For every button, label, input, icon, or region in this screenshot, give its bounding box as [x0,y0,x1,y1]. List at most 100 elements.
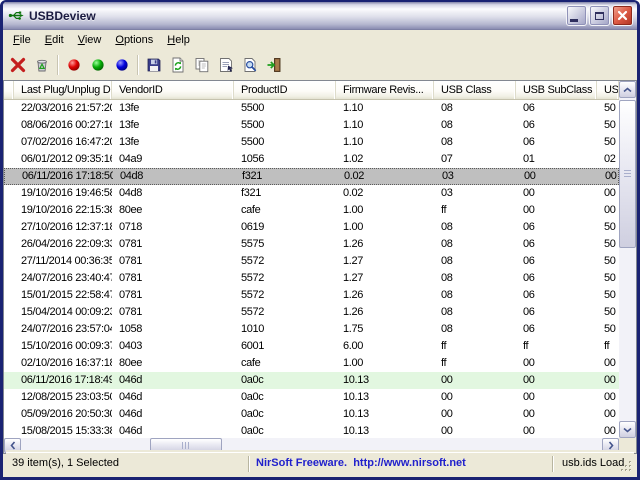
cell: 26/04/2016 22:09:33 [14,236,112,253]
table-row[interactable]: 24/07/2016 23:40:47078155721.27080650 [4,270,619,287]
table-row[interactable]: 27/11/2014 00:36:35078155721.27080650 [4,253,619,270]
minimize-button[interactable] [566,5,587,26]
table-row[interactable]: 19/10/2016 22:15:3880eecafe1.00ff0000 [4,202,619,219]
cell: 50 [597,321,619,338]
cell: 0a0c [234,372,336,389]
menu-file[interactable]: File [6,32,38,49]
cell: 5572 [234,304,336,321]
vertical-scrollbar[interactable] [619,81,636,438]
table-row[interactable]: 07/02/2016 16:47:2013fe55001.10080650 [4,134,619,151]
scroll-left-button[interactable] [4,438,21,453]
status-item-count: 39 item(s), 1 Selected [6,453,248,474]
exit-button[interactable] [262,53,286,77]
column-header-0[interactable] [4,81,14,100]
find-icon [241,56,259,74]
column-header-3[interactable]: ProductID [234,81,336,100]
table-row[interactable]: 26/04/2016 22:09:33078155751.26080650 [4,236,619,253]
table-row[interactable]: 12/08/2015 23:03:50046d0a0c10.13000000 [4,389,619,406]
cell: 10.13 [336,372,434,389]
copy-button[interactable] [190,53,214,77]
table-row[interactable]: 15/08/2015 15:33:38046d0a0c10.13000000 [4,423,619,437]
device-icon-cell [4,287,14,304]
red-ball-button[interactable] [62,53,86,77]
cell: 24/07/2016 23:57:04 [14,321,112,338]
menu-view[interactable]: View [71,32,109,49]
scroll-down-button[interactable] [619,421,636,438]
cell: 13fe [112,100,234,117]
menu-edit[interactable]: Edit [38,32,71,49]
status-nirsoft-link[interactable]: NirSoft Freeware. http://www.nirsoft.net [250,453,552,474]
maximize-button[interactable] [589,5,610,26]
table-row[interactable]: 02/10/2016 16:37:1880eecafe1.00ff0000 [4,355,619,372]
table-row[interactable]: 22/03/2016 21:57:2013fe55001.10080650 [4,100,619,117]
cell: 5500 [234,134,336,151]
rows-container: 22/03/2016 21:57:2013fe55001.1008065008/… [4,100,619,437]
green-ball-button[interactable] [86,53,110,77]
cell: 06 [516,304,597,321]
table-row[interactable]: 06/01/2012 09:35:1604a910561.02070102 [4,151,619,168]
table-row[interactable]: 15/10/2016 00:09:37040360016.00ffffff [4,338,619,355]
table-row[interactable]: 08/06/2016 00:27:1613fe55001.10080650 [4,117,619,134]
menu-help[interactable]: Help [160,32,197,49]
column-header-2[interactable]: VendorID [112,81,234,100]
cell: 15/08/2015 15:33:38 [14,423,112,437]
cell: 19/10/2016 19:46:58 [14,185,112,202]
horizontal-scrollbar[interactable] [4,438,619,453]
column-header-4[interactable]: Firmware Revis... [336,81,434,100]
copy-icon [193,56,211,74]
device-icon-cell [4,253,14,270]
blue-ball-button[interactable] [110,53,134,77]
cell: 00 [516,185,597,202]
close-button[interactable] [612,5,633,26]
device-icon-cell [4,270,14,287]
scroll-up-button[interactable] [619,81,636,98]
resize-grip-icon[interactable] [620,460,633,473]
table-row[interactable]: 06/11/2016 17:18:49046d0a0c10.13000000 [4,372,619,389]
cell: 04d8 [112,185,234,202]
cell: 19/10/2016 22:15:38 [14,202,112,219]
cell: 0781 [112,236,234,253]
table-row[interactable]: 15/01/2015 22:58:47078155721.26080650 [4,287,619,304]
cell: 06/11/2016 17:18:49 [14,372,112,389]
table-row[interactable]: 19/10/2016 19:46:5804d8f3210.02030000 [4,185,619,202]
cell: 5500 [234,100,336,117]
cell: 07/02/2016 16:47:20 [14,134,112,151]
vertical-scroll-thumb[interactable] [619,100,636,248]
table-row[interactable]: 27/10/2016 12:37:18071806191.00080650 [4,219,619,236]
column-header-6[interactable]: USB SubClass [516,81,597,100]
cell: f321 [235,169,337,184]
chevron-right-icon [608,441,614,450]
save-button[interactable] [142,53,166,77]
properties-button[interactable] [214,53,238,77]
cell: 046d [112,372,234,389]
refresh-button[interactable] [166,53,190,77]
cell: 80ee [112,202,234,219]
save-floppy-icon [145,56,163,74]
cell: 5572 [234,253,336,270]
table-row[interactable]: 05/09/2016 20:50:30046d0a0c10.13000000 [4,406,619,423]
cell: 5572 [234,287,336,304]
cell: 06/11/2016 17:18:50 [15,169,113,184]
cell: 0718 [112,219,234,236]
scroll-right-button[interactable] [602,438,619,453]
cell: 00 [597,202,619,219]
cell: 00 [434,406,516,423]
cell: 5575 [234,236,336,253]
column-header-5[interactable]: USB Class [434,81,516,100]
table-row[interactable]: 24/07/2016 23:57:04105810101.75080650 [4,321,619,338]
remove-device-button[interactable] [30,53,54,77]
table-row[interactable]: 15/04/2014 00:09:23078155721.26080650 [4,304,619,321]
table-row[interactable]: 06/11/2016 17:18:5004d8f3210.02030000 [4,168,619,185]
column-header-7[interactable]: USB [597,81,619,100]
cell: 00 [597,423,619,437]
uninstall-button[interactable] [6,53,30,77]
column-header-1[interactable]: Last Plug/Unplug D... [14,81,112,100]
window-title: USBDeview [29,9,96,23]
cell: 1010 [234,321,336,338]
device-icon-cell [4,134,14,151]
title-bar[interactable]: USBDeview [3,2,637,30]
header-row: Last Plug/Unplug D...VendorIDProductIDFi… [4,81,619,100]
menu-options[interactable]: Options [108,32,160,49]
find-button[interactable] [238,53,262,77]
horizontal-scroll-thumb[interactable] [150,438,222,453]
